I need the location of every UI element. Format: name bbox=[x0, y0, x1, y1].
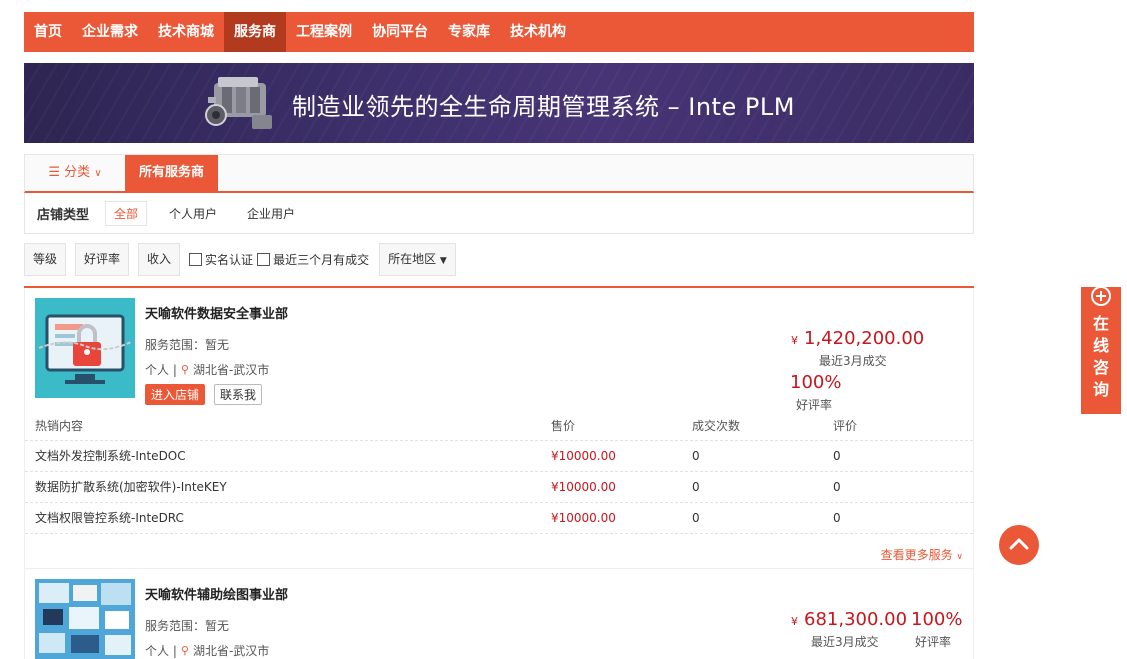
store-thumbnail[interactable] bbox=[35, 298, 135, 398]
store-card: 天喻软件数据安全事业部 服务范围：暂无 个人 | ⚲ 湖北省-武汉市 进入店铺 … bbox=[24, 288, 974, 569]
region-dropdown[interactable]: 所在地区 ▼ bbox=[379, 243, 456, 276]
store-name[interactable]: 天喻软件辅助绘图事业部 bbox=[145, 584, 288, 603]
nav-item-tech-institutions[interactable]: 技术机构 bbox=[500, 12, 576, 52]
rating-value: 100% bbox=[790, 372, 842, 393]
verified-checkbox[interactable]: 实名认证 bbox=[189, 251, 253, 268]
deal-amount-label: 最近3月成交 bbox=[811, 635, 879, 649]
currency-symbol: ¥ bbox=[791, 334, 798, 347]
plus-circle-icon bbox=[1091, 286, 1111, 306]
currency-symbol: ¥ bbox=[791, 615, 798, 628]
nav-item-home[interactable]: 首页 bbox=[24, 12, 72, 52]
region-label: 所在地区 bbox=[388, 252, 437, 266]
nav-item-collaboration[interactable]: 协同平台 bbox=[362, 12, 438, 52]
table-header-row: 热销内容 售价 成交次数 评价 bbox=[25, 412, 973, 441]
header-content: 热销内容 bbox=[35, 419, 84, 433]
promo-banner[interactable]: 制造业领先的全生命周期管理系统 – Inte PLM bbox=[24, 63, 974, 143]
shop-type-label: 店铺类型 bbox=[37, 207, 90, 223]
page-container: 首页 企业需求 技术商城 服务商 工程案例 协同平台 专家库 技术机构 制造业领… bbox=[24, 12, 974, 659]
back-to-top-button[interactable] bbox=[999, 525, 1039, 565]
product-deals: 0 bbox=[692, 480, 700, 494]
main-nav: 首页 企业需求 技术商城 服务商 工程案例 协同平台 专家库 技术机构 bbox=[24, 12, 974, 52]
rating-value: 100% bbox=[911, 609, 963, 630]
store-name[interactable]: 天喻软件数据安全事业部 bbox=[145, 303, 288, 322]
header-price: 售价 bbox=[551, 419, 576, 433]
service-scope: 服务范围：暂无 bbox=[145, 619, 230, 633]
category-bar: ☰ 分类 ∨ 所有服务商 bbox=[24, 154, 974, 193]
header-deals: 成交次数 bbox=[692, 419, 741, 433]
shop-type-filter: 店铺类型 全部 个人用户 企业用户 bbox=[24, 193, 974, 234]
store-location: 个人 | ⚲ 湖北省-武汉市 bbox=[145, 361, 269, 378]
nav-item-service-providers[interactable]: 服务商 bbox=[224, 12, 286, 52]
category-toggle-label: 分类 bbox=[64, 165, 91, 180]
table-row[interactable]: 数据防扩散系统(加密软件)-InteKEY ¥10000.00 0 0 bbox=[25, 472, 973, 503]
recent-deals-label: 最近三个月有成交 bbox=[273, 253, 370, 267]
chevron-down-icon: ∨ bbox=[956, 552, 963, 562]
product-reviews: 0 bbox=[833, 480, 841, 494]
deal-amount-label: 最近3月成交 bbox=[819, 354, 887, 368]
shop-type-individual[interactable]: 个人用户 bbox=[161, 202, 225, 225]
nav-item-enterprise-demand[interactable]: 企业需求 bbox=[72, 12, 148, 52]
recent-deals-checkbox[interactable]: 最近三个月有成交 bbox=[257, 251, 369, 268]
contact-button[interactable]: 联系我 bbox=[214, 384, 263, 405]
rating-label: 好评率 bbox=[796, 398, 833, 412]
list-icon: ☰ bbox=[48, 165, 61, 180]
checkbox-box[interactable] bbox=[189, 253, 203, 266]
chevron-down-icon: ∨ bbox=[94, 168, 102, 179]
hot-products-table: 热销内容 售价 成交次数 评价 文档外发控制系统-InteDOC ¥10000.… bbox=[25, 412, 973, 534]
lock-screen-image bbox=[35, 298, 135, 398]
deal-amount: ¥681,300.00 bbox=[791, 609, 907, 630]
product-price: ¥10000.00 bbox=[551, 449, 616, 463]
product-reviews: 0 bbox=[833, 511, 841, 525]
rating-label: 好评率 bbox=[915, 635, 952, 649]
store-card: 天喻软件辅助绘图事业部 服务范围：暂无 个人 | ⚲ 湖北省-武汉市 ¥681,… bbox=[24, 569, 974, 659]
location-pin-icon: ⚲ bbox=[180, 363, 189, 376]
product-name[interactable]: 文档权限管控系统-InteDRC bbox=[35, 503, 184, 533]
nav-item-tech-mall[interactable]: 技术商城 bbox=[148, 12, 224, 52]
deal-amount-value: 1,420,200.00 bbox=[804, 328, 925, 349]
table-row[interactable]: 文档外发控制系统-InteDOC ¥10000.00 0 0 bbox=[25, 441, 973, 472]
chevron-up-icon bbox=[1009, 538, 1029, 550]
engine-image bbox=[205, 77, 272, 129]
deal-amount: ¥1,420,200.00 bbox=[791, 328, 924, 349]
product-deals: 0 bbox=[692, 449, 700, 463]
service-scope: 服务范围：暂无 bbox=[145, 338, 230, 352]
table-row[interactable]: 文档权限管控系统-InteDRC ¥10000.00 0 0 bbox=[25, 503, 973, 534]
divider: | bbox=[169, 362, 177, 377]
store-type: 个人 bbox=[145, 363, 170, 377]
caret-down-icon: ▼ bbox=[439, 256, 447, 266]
enter-store-button[interactable]: 进入店铺 bbox=[145, 384, 206, 405]
view-more-label: 查看更多服务 bbox=[880, 548, 953, 562]
nav-item-experts[interactable]: 专家库 bbox=[438, 12, 500, 52]
verified-label: 实名认证 bbox=[205, 253, 254, 267]
online-consult-button[interactable]: 在线咨询 bbox=[1081, 286, 1121, 414]
deal-amount-value: 681,300.00 bbox=[804, 609, 908, 630]
online-consult-label: 在线咨询 bbox=[1093, 314, 1110, 399]
category-toggle[interactable]: ☰ 分类 ∨ bbox=[25, 155, 125, 191]
product-price: ¥10000.00 bbox=[551, 511, 616, 525]
sort-income-button[interactable]: 收入 bbox=[138, 243, 181, 276]
view-more-services-link[interactable]: 查看更多服务 ∨ bbox=[881, 546, 963, 563]
checkbox-box[interactable] bbox=[257, 253, 271, 266]
product-reviews: 0 bbox=[833, 449, 841, 463]
shop-type-enterprise[interactable]: 企业用户 bbox=[239, 202, 303, 225]
location-text: 湖北省-武汉市 bbox=[192, 363, 270, 377]
header-reviews: 评价 bbox=[833, 419, 858, 433]
nav-item-engineering-cases[interactable]: 工程案例 bbox=[286, 12, 362, 52]
sort-level-button[interactable]: 等级 bbox=[24, 243, 67, 276]
sort-rating-button[interactable]: 好评率 bbox=[75, 243, 130, 276]
product-name[interactable]: 文档外发控制系统-InteDOC bbox=[35, 441, 186, 471]
tab-all-providers[interactable]: 所有服务商 bbox=[125, 155, 219, 191]
results-list: 天喻软件数据安全事业部 服务范围：暂无 个人 | ⚲ 湖北省-武汉市 进入店铺 … bbox=[24, 286, 974, 659]
product-deals: 0 bbox=[692, 511, 700, 525]
cad-collage-image bbox=[35, 579, 135, 659]
shop-type-all[interactable]: 全部 bbox=[105, 200, 148, 226]
sort-filter-bar: 等级 好评率 收入 实名认证 最近三个月有成交 所在地区 ▼ bbox=[24, 243, 974, 276]
banner-text: 制造业领先的全生命周期管理系统 – Inte PLM bbox=[292, 93, 795, 121]
product-price: ¥10000.00 bbox=[551, 480, 616, 494]
product-name[interactable]: 数据防扩散系统(加密软件)-InteKEY bbox=[35, 472, 227, 502]
store-thumbnail[interactable] bbox=[35, 579, 135, 659]
